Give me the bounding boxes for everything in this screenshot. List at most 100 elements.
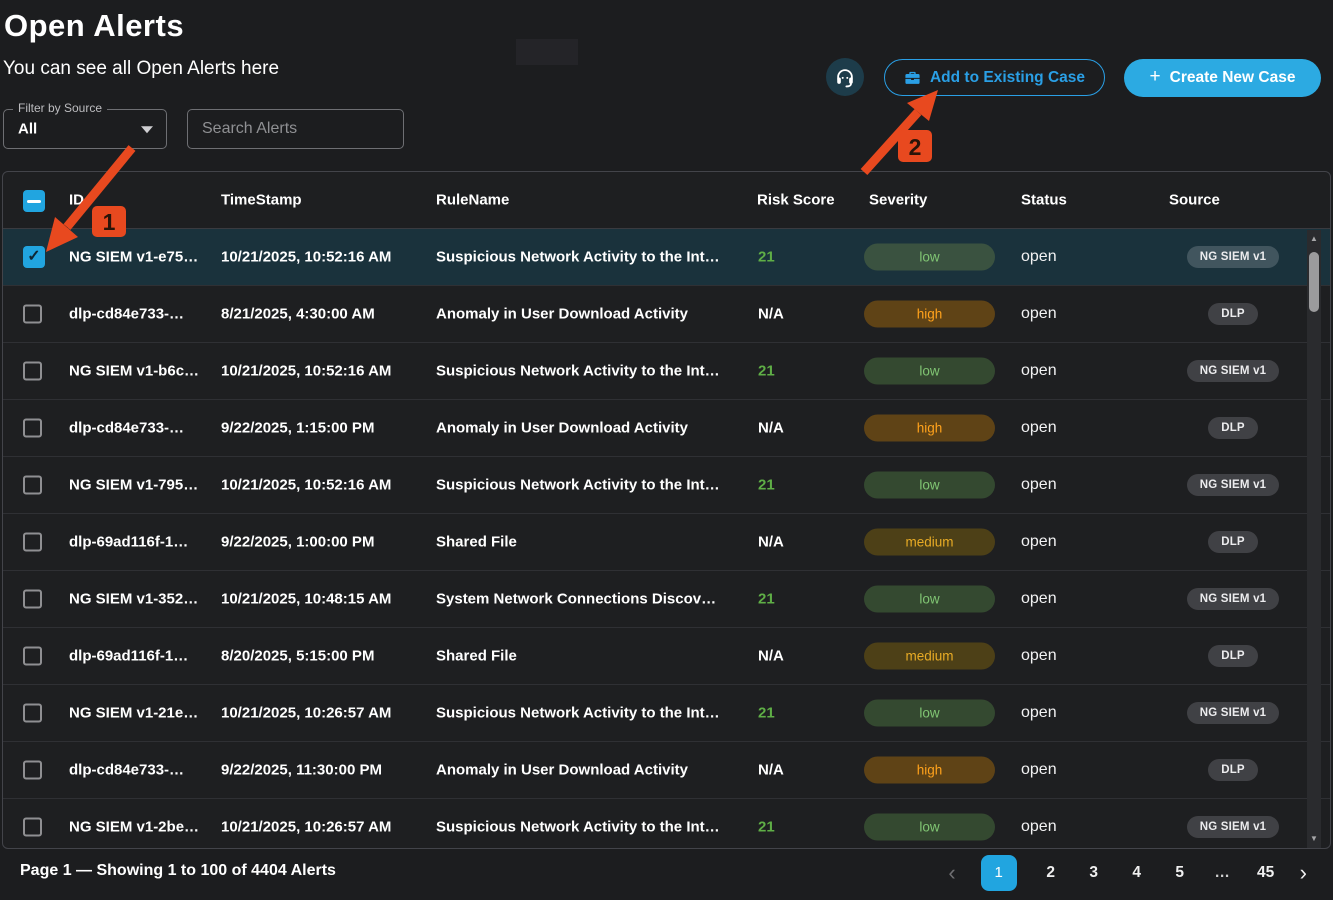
column-header-id[interactable]: ID: [69, 192, 84, 209]
source-badge: NG SIEM v1: [1187, 702, 1280, 724]
row-checkbox[interactable]: [23, 533, 42, 552]
cell-source: NG SIEM v1: [1165, 588, 1301, 610]
select-all-checkbox[interactable]: [23, 190, 45, 212]
table-row[interactable]: NG SIEM v1-795… 10/21/2025, 10:52:16 AM …: [3, 457, 1330, 514]
page-button-2[interactable]: 2: [1042, 864, 1060, 882]
caret-down-icon: [141, 126, 153, 133]
chevron-right-icon[interactable]: ›: [1300, 862, 1307, 884]
pagination: ‹ 12345…45 ›: [948, 850, 1307, 896]
add-to-existing-case-button[interactable]: Add to Existing Case: [884, 59, 1105, 96]
column-header-source[interactable]: Source: [1169, 192, 1220, 209]
page-button-4[interactable]: 4: [1128, 864, 1146, 882]
row-checkbox[interactable]: [23, 362, 42, 381]
table-row[interactable]: NG SIEM v1-352… 10/21/2025, 10:48:15 AM …: [3, 571, 1330, 628]
cell-timestamp: 10/21/2025, 10:26:57 AM: [221, 705, 391, 722]
chevron-left-icon[interactable]: ‹: [948, 862, 955, 884]
scrollbar-down-icon[interactable]: ▼: [1307, 832, 1321, 846]
row-checkbox[interactable]: [23, 647, 42, 666]
page-ellipsis: …: [1214, 864, 1232, 882]
severity-badge: high: [864, 415, 995, 442]
cell-status: open: [1021, 419, 1057, 437]
cell-source: DLP: [1165, 645, 1301, 667]
page-button-1[interactable]: 1: [981, 855, 1017, 891]
column-header-severity[interactable]: Severity: [869, 192, 927, 209]
table-row[interactable]: dlp-69ad116f-1… 8/20/2025, 5:15:00 PM Sh…: [3, 628, 1330, 685]
filter-by-source-label: Filter by Source: [13, 101, 107, 115]
page-button-45[interactable]: 45: [1257, 864, 1275, 882]
cell-risk: 21: [758, 591, 775, 608]
cell-id: dlp-cd84e733-…: [69, 306, 184, 323]
severity-badge: low: [864, 586, 995, 613]
severity-badge: medium: [864, 529, 995, 556]
faint-tooltip-artifact: [516, 39, 578, 65]
row-checkbox[interactable]: [23, 590, 42, 609]
column-header-rulename[interactable]: RuleName: [436, 192, 509, 209]
cell-source: NG SIEM v1: [1165, 816, 1301, 838]
severity-badge: low: [864, 472, 995, 499]
cell-risk: 21: [758, 705, 775, 722]
severity-badge: medium: [864, 643, 995, 670]
row-checkbox[interactable]: [23, 704, 42, 723]
row-checkbox[interactable]: [23, 476, 42, 495]
table-row[interactable]: NG SIEM v1-2be… 10/21/2025, 10:26:57 AM …: [3, 799, 1330, 849]
cell-severity: high: [864, 415, 995, 442]
table-row[interactable]: NG SIEM v1-b6c… 10/21/2025, 10:52:16 AM …: [3, 343, 1330, 400]
cell-risk: 21: [758, 819, 775, 836]
cell-timestamp: 10/21/2025, 10:26:57 AM: [221, 819, 391, 836]
severity-badge: high: [864, 301, 995, 328]
table-header-row: ID TimeStamp RuleName Risk Score Severit…: [3, 172, 1330, 229]
table-row[interactable]: dlp-cd84e733-… 9/22/2025, 11:30:00 PM An…: [3, 742, 1330, 799]
table-row[interactable]: dlp-69ad116f-1… 9/22/2025, 1:00:00 PM Sh…: [3, 514, 1330, 571]
cell-severity: low: [864, 586, 995, 613]
create-new-case-button[interactable]: + Create New Case: [1124, 59, 1321, 97]
source-badge: DLP: [1208, 759, 1258, 781]
cell-id: NG SIEM v1-2be…: [69, 819, 199, 836]
headset-icon: [834, 66, 856, 88]
support-button[interactable]: [826, 58, 864, 96]
open-alerts-page: { "page": { "title": "Open Alerts", "sub…: [0, 0, 1333, 900]
cell-rulename: Shared File: [436, 534, 517, 551]
row-checkbox[interactable]: [23, 761, 42, 780]
scrollbar-up-icon[interactable]: ▲: [1307, 232, 1321, 246]
cell-risk: N/A: [758, 534, 784, 551]
page-button-5[interactable]: 5: [1171, 864, 1189, 882]
cell-severity: low: [864, 472, 995, 499]
filter-by-source-select[interactable]: Filter by Source All: [3, 109, 167, 149]
cell-source: NG SIEM v1: [1165, 246, 1301, 268]
table-row[interactable]: dlp-cd84e733-… 9/22/2025, 1:15:00 PM Ano…: [3, 400, 1330, 457]
cell-source: DLP: [1165, 417, 1301, 439]
scrollbar-thumb[interactable]: [1309, 252, 1319, 312]
search-input[interactable]: [187, 109, 404, 149]
cell-status: open: [1021, 305, 1057, 323]
annotation-number-2: 2: [909, 134, 922, 160]
table-scrollbar[interactable]: ▲ ▼: [1307, 230, 1321, 848]
row-checkbox[interactable]: [23, 419, 42, 438]
column-header-status[interactable]: Status: [1021, 192, 1067, 209]
cell-severity: low: [864, 700, 995, 727]
row-checkbox[interactable]: [23, 246, 45, 268]
plus-icon: +: [1150, 66, 1161, 88]
cell-id: NG SIEM v1-e75…: [69, 249, 198, 266]
cell-id: dlp-cd84e733-…: [69, 420, 184, 437]
table-row[interactable]: NG SIEM v1-21e… 10/21/2025, 10:26:57 AM …: [3, 685, 1330, 742]
cell-timestamp: 8/21/2025, 4:30:00 AM: [221, 306, 375, 323]
source-badge: DLP: [1208, 417, 1258, 439]
cell-status: open: [1021, 362, 1057, 380]
cell-rulename: Anomaly in User Download Activity: [436, 420, 688, 437]
cell-status: open: [1021, 533, 1057, 551]
cell-id: NG SIEM v1-795…: [69, 477, 198, 494]
cell-severity: high: [864, 301, 995, 328]
page-button-3[interactable]: 3: [1085, 864, 1103, 882]
table-row[interactable]: dlp-cd84e733-… 8/21/2025, 4:30:00 AM Ano…: [3, 286, 1330, 343]
severity-badge: high: [864, 757, 995, 784]
row-checkbox[interactable]: [23, 818, 42, 837]
cell-timestamp: 10/21/2025, 10:52:16 AM: [221, 363, 391, 380]
row-checkbox[interactable]: [23, 305, 42, 324]
column-header-timestamp[interactable]: TimeStamp: [221, 192, 302, 209]
filter-by-source-value: All: [18, 121, 37, 138]
column-header-riskscore[interactable]: Risk Score: [757, 192, 835, 209]
table-row[interactable]: NG SIEM v1-e75… 10/21/2025, 10:52:16 AM …: [3, 229, 1330, 286]
cell-status: open: [1021, 476, 1057, 494]
page-subtitle: You can see all Open Alerts here: [3, 58, 279, 80]
cell-source: DLP: [1165, 759, 1301, 781]
